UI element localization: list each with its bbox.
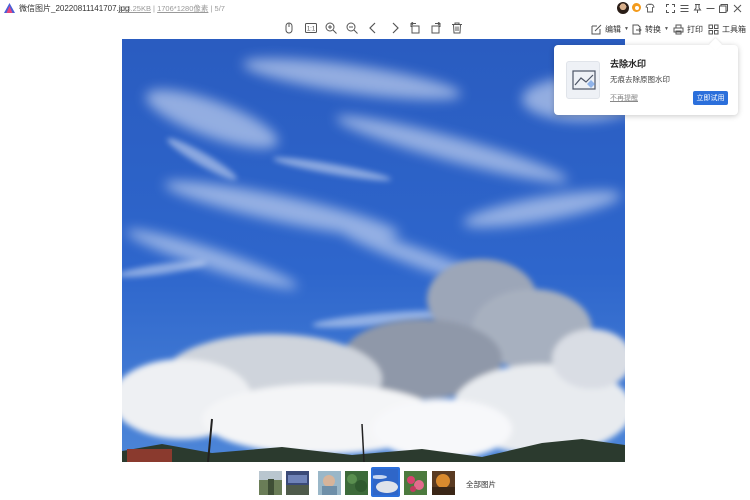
- previous-icon[interactable]: [366, 21, 380, 35]
- edit-icon: [591, 24, 602, 34]
- watermark-removal-popup: 去除水印 无痕去除原图水印 不再提醒 立即试用: [554, 45, 738, 115]
- popup-description: 无痕去除原图水印: [610, 75, 670, 84]
- rotate-right-icon[interactable]: [429, 21, 443, 35]
- zoom-out-icon[interactable]: [345, 21, 359, 35]
- title-bar: 微信图片_20220811141707.jpg 133.25KB | 1706*…: [0, 0, 750, 16]
- maximize-icon[interactable]: [717, 2, 729, 14]
- file-size[interactable]: 133.25KB: [118, 4, 151, 13]
- minimize-icon[interactable]: [704, 2, 716, 14]
- thumbnail-4[interactable]: [345, 471, 368, 495]
- file-name: 微信图片_20220811141707.jpg: [19, 4, 130, 13]
- watermark-preview-icon: [566, 61, 600, 99]
- thumbnail-7[interactable]: [432, 471, 455, 495]
- menu-icon[interactable]: [678, 2, 690, 14]
- hand-tool-icon[interactable]: [282, 21, 296, 35]
- edit-button[interactable]: 编辑 ▼: [591, 22, 629, 36]
- convert-icon: [632, 24, 642, 34]
- fullscreen-icon[interactable]: [664, 2, 676, 14]
- actual-size-icon[interactable]: 1:1: [304, 21, 318, 35]
- thumbnail-5-selected[interactable]: [371, 467, 400, 497]
- print-label: 打印: [687, 24, 703, 34]
- user-avatar[interactable]: [617, 2, 629, 14]
- chevron-down-icon: ▼: [664, 26, 669, 32]
- app-logo-icon: [4, 3, 15, 13]
- delete-icon[interactable]: [450, 21, 464, 35]
- dont-remind-link[interactable]: 不再提醒: [610, 93, 638, 103]
- chevron-down-icon: ▼: [624, 26, 629, 32]
- next-icon[interactable]: [388, 21, 402, 35]
- toolbox-label: 工具箱: [722, 24, 746, 34]
- try-now-button[interactable]: 立即试用: [693, 91, 728, 105]
- popup-title: 去除水印: [610, 59, 647, 69]
- print-button[interactable]: 打印: [673, 22, 703, 36]
- thumbnail-3[interactable]: [318, 471, 341, 495]
- all-images-link[interactable]: 全部图片: [466, 479, 496, 490]
- toolbox-icon: [708, 24, 719, 34]
- close-icon[interactable]: [731, 2, 743, 14]
- skin-icon[interactable]: [644, 2, 656, 14]
- toolbox-button[interactable]: 工具箱: [708, 22, 746, 36]
- zoom-in-icon[interactable]: [324, 21, 338, 35]
- convert-label: 转换: [645, 24, 661, 34]
- print-icon: [673, 24, 684, 34]
- thumbnail-1[interactable]: [259, 471, 282, 495]
- edit-label: 编辑: [605, 24, 621, 34]
- main-image[interactable]: [122, 39, 625, 462]
- image-position: 5/7: [214, 4, 225, 13]
- file-meta: 133.25KB | 1706*1280像素 | 5/7: [118, 3, 225, 14]
- image-dimensions[interactable]: 1706*1280像素: [157, 4, 208, 13]
- sky-photo: [122, 39, 625, 462]
- vip-badge-icon[interactable]: [632, 3, 641, 12]
- thumbnail-2[interactable]: [286, 471, 309, 495]
- rotate-left-icon[interactable]: [408, 21, 422, 35]
- convert-button[interactable]: 转换 ▼: [631, 22, 669, 36]
- thumbnail-6[interactable]: [404, 471, 427, 495]
- pin-icon[interactable]: [691, 2, 703, 14]
- svg-text:1:1: 1:1: [307, 27, 316, 33]
